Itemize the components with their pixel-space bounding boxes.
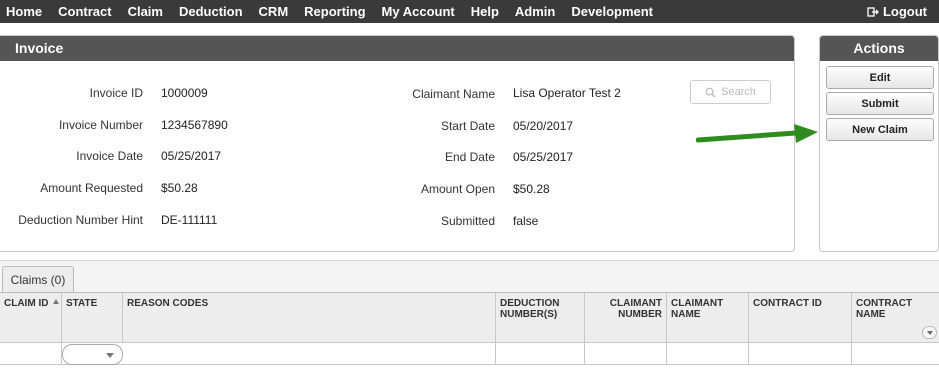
deduction-hint-value: DE-111111 — [161, 213, 218, 227]
search-button[interactable]: Search — [690, 80, 771, 104]
column-header-reason-codes[interactable]: REASON CODES — [123, 293, 496, 343]
column-menu-button[interactable] — [922, 326, 937, 339]
new-claim-button[interactable]: New Claim — [826, 118, 934, 141]
claims-grid: CLAIM ID STATE REASON CODES DEDUCTION NU… — [0, 292, 939, 391]
filter-contract-id[interactable] — [749, 343, 852, 365]
search-icon — [705, 87, 716, 98]
actions-panel-title: Actions — [820, 36, 938, 61]
claims-grid-header: CLAIM ID STATE REASON CODES DEDUCTION NU… — [0, 293, 939, 343]
claims-filter-row — [0, 343, 939, 365]
column-header-state[interactable]: STATE — [62, 293, 123, 343]
pointer-arrow-icon — [696, 124, 818, 143]
invoice-id-value: 1000009 — [161, 86, 208, 100]
chevron-down-icon — [106, 353, 114, 358]
invoice-panel-title: Invoice — [0, 36, 794, 61]
invoice-date-value: 05/25/2017 — [161, 149, 222, 163]
amount-requested-value: $50.28 — [161, 181, 198, 195]
actions-panel: Actions Edit Submit New Claim — [819, 35, 939, 252]
column-header-claim-id[interactable]: CLAIM ID — [0, 293, 62, 343]
column-header-contract-id[interactable]: CONTRACT ID — [749, 293, 852, 343]
invoice-panel: Invoice Invoice ID 1000009 Invoice Numbe… — [0, 35, 795, 252]
submitted-label: Submitted — [440, 214, 495, 228]
claimant-name-label: Claimant Name — [412, 87, 495, 101]
amount-open-value: $50.28 — [513, 182, 550, 196]
nav-contract[interactable]: Contract — [50, 0, 119, 23]
filter-claimant-name[interactable] — [667, 343, 749, 365]
filter-deduction-numbers[interactable] — [496, 343, 585, 365]
nav-development[interactable]: Development — [563, 0, 661, 23]
column-header-claimant-number[interactable]: CLAIMANT NUMBER — [585, 293, 667, 343]
filter-reason-codes[interactable] — [123, 343, 496, 365]
nav-home[interactable]: Home — [0, 0, 50, 23]
nav-deduction[interactable]: Deduction — [171, 0, 251, 23]
invoice-date-label: Invoice Date — [76, 149, 143, 163]
sort-ascending-icon — [53, 299, 59, 304]
submitted-value: false — [513, 214, 539, 228]
nav-help[interactable]: Help — [463, 0, 507, 23]
column-header-claimant-name[interactable]: CLAIMANT NAME — [667, 293, 749, 343]
edit-button[interactable]: Edit — [826, 66, 934, 89]
tab-claims[interactable]: Claims (0) — [2, 266, 74, 293]
logout-label: Logout — [882, 4, 927, 19]
claimant-name-value: Lisa Operator Test 2 — [513, 86, 621, 100]
top-nav: Home Contract Claim Deduction CRM Report… — [0, 0, 939, 23]
filter-contract-name[interactable] — [852, 343, 939, 365]
invoice-number-value: 1234567890 — [161, 118, 228, 132]
deduction-hint-label: Deduction Number Hint — [18, 213, 143, 227]
logout-icon — [867, 6, 879, 17]
nav-my-account[interactable]: My Account — [374, 0, 463, 23]
invoice-number-label: Invoice Number — [58, 118, 143, 132]
amount-requested-label: Amount Requested — [40, 181, 143, 195]
column-header-deduction-numbers[interactable]: DEDUCTION NUMBER(S) — [496, 293, 585, 343]
claims-section: Claims (0) CLAIM ID STATE REASON CODES D… — [0, 260, 939, 391]
invoice-id-label: Invoice ID — [89, 86, 143, 100]
nav-admin[interactable]: Admin — [507, 0, 563, 23]
submit-button[interactable]: Submit — [826, 92, 934, 115]
filter-claimant-number[interactable] — [585, 343, 667, 365]
start-date-label: Start Date — [440, 119, 495, 133]
nav-reporting[interactable]: Reporting — [296, 0, 373, 23]
nav-crm[interactable]: CRM — [251, 0, 297, 23]
nav-claim[interactable]: Claim — [120, 0, 171, 23]
search-button-label: Search — [721, 86, 756, 98]
amount-open-label: Amount Open — [420, 182, 495, 196]
end-date-label: End Date — [444, 150, 495, 164]
start-date-value: 05/20/2017 — [513, 119, 574, 133]
filter-state-select[interactable] — [62, 344, 123, 365]
column-label: CLAIM ID — [4, 298, 49, 309]
logout-link[interactable]: Logout — [867, 0, 927, 23]
end-date-value: 05/25/2017 — [513, 150, 574, 164]
filter-claim-id[interactable] — [0, 343, 62, 365]
